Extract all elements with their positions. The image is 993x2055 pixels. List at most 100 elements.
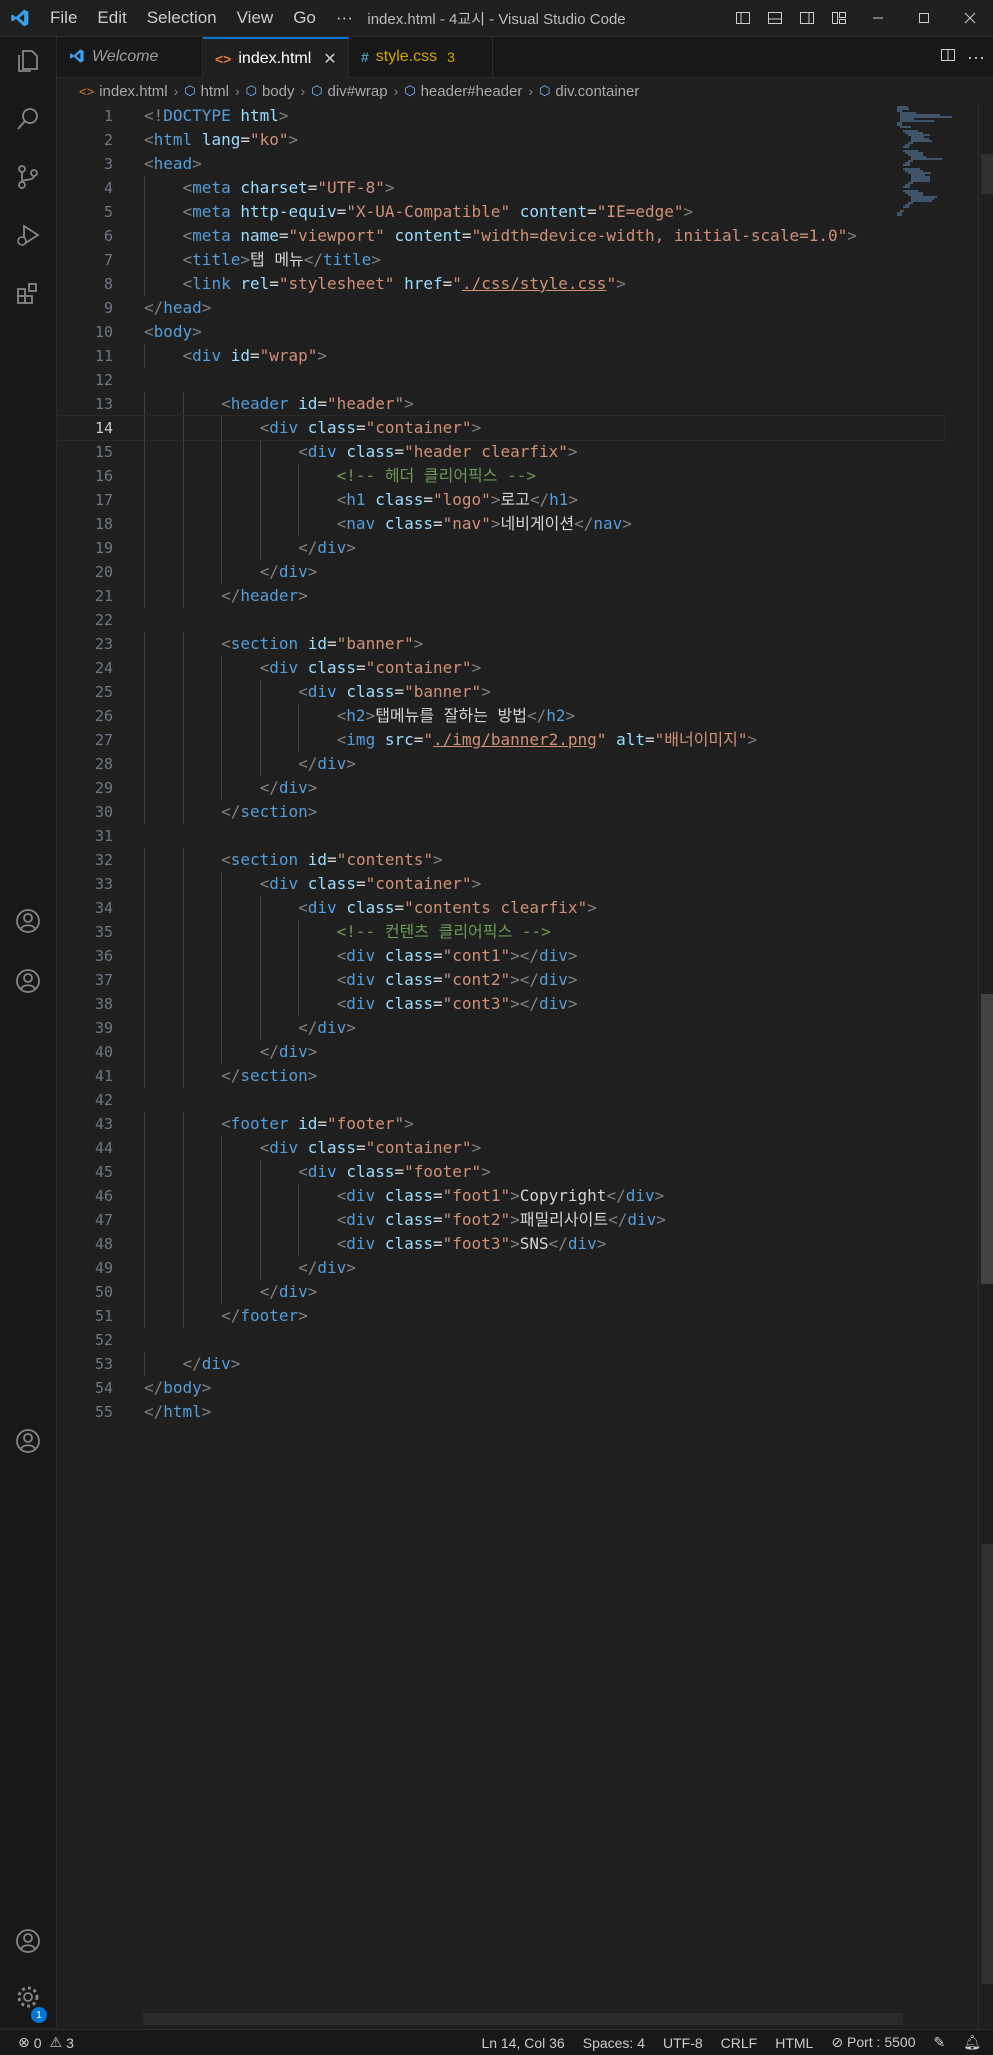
code-line[interactable]: <div class="banner"> <box>144 680 890 704</box>
code-line[interactable]: <div class="header clearfix"> <box>144 440 890 464</box>
code-line[interactable]: </div> <box>144 1352 890 1376</box>
code-line[interactable]: <!-- 컨텐츠 클리어픽스 --> <box>144 920 890 944</box>
menu-more[interactable]: ··· <box>326 0 363 36</box>
breadcrumb-item[interactable]: ⬡ header#header <box>404 83 522 100</box>
code-line[interactable]: <head> <box>144 152 890 176</box>
menu-file[interactable]: File <box>40 0 87 36</box>
code-line[interactable]: </div> <box>144 752 890 776</box>
code-line[interactable] <box>144 1088 890 1112</box>
horizontal-scrollbar[interactable] <box>143 2013 903 2025</box>
customize-layout-icon[interactable] <box>823 0 855 36</box>
code-line[interactable]: <!-- 헤더 클리어픽스 --> <box>144 464 890 488</box>
code-line[interactable]: <meta name="viewport" content="width=dev… <box>144 224 890 248</box>
code-line[interactable]: <header id="header"> <box>144 392 890 416</box>
code-line[interactable]: <section id="contents"> <box>144 848 890 872</box>
code-line[interactable]: <div class="cont2"></div> <box>144 968 890 992</box>
breadcrumb-item[interactable]: ⬡ body <box>246 83 295 100</box>
code-line[interactable] <box>144 608 890 632</box>
split-editor-icon[interactable] <box>939 46 957 69</box>
code-line[interactable]: <div class="foot2">패밀리사이트</div> <box>144 1208 890 1232</box>
code-line[interactable]: <footer id="footer"> <box>144 1112 890 1136</box>
account-icon[interactable] <box>0 957 56 1005</box>
tab-welcome[interactable]: Welcome <box>57 37 203 77</box>
encoding[interactable]: UTF-8 <box>663 2035 703 2051</box>
code-line[interactable]: <!DOCTYPE html> <box>144 104 890 128</box>
tab-style-css[interactable]: # style.css 3 <box>349 37 493 77</box>
code-line[interactable]: <html lang="ko"> <box>144 128 890 152</box>
code-line[interactable]: </html> <box>144 1400 890 1424</box>
tab-index-html[interactable]: <> index.html ✕ <box>203 37 349 78</box>
code-line[interactable]: <div class="contents clearfix"> <box>144 896 890 920</box>
live-server-status[interactable]: ⊘ Port : 5500 <box>831 2034 915 2051</box>
code-line[interactable]: <div id="wrap"> <box>144 344 890 368</box>
code-line[interactable]: </div> <box>144 560 890 584</box>
code-line[interactable]: <div class="cont3"></div> <box>144 992 890 1016</box>
menu-edit[interactable]: Edit <box>87 0 136 36</box>
code-line[interactable]: <div class="container"> <box>144 656 890 680</box>
code-line[interactable]: <div class="container"> <box>144 1136 890 1160</box>
minimize-icon[interactable] <box>855 0 901 36</box>
indentation[interactable]: Spaces: 4 <box>583 2035 645 2051</box>
code-line[interactable]: <nav class="nav">네비게이션</nav> <box>144 512 890 536</box>
menu-view[interactable]: View <box>227 0 284 36</box>
code-line[interactable] <box>144 824 890 848</box>
toggle-primary-sidebar-icon[interactable] <box>727 0 759 36</box>
code-line[interactable]: </div> <box>144 1040 890 1064</box>
code-line[interactable]: <img src="./img/banner2.png" alt="배너이미지"… <box>144 728 890 752</box>
scrollbar-thumb[interactable] <box>981 994 993 1284</box>
breadcrumb-item[interactable]: ⬡ html <box>184 83 229 100</box>
code-editor[interactable]: 1 2 3 4 5 6 7 8 9 10 11 12 13 14 15 16 17 18 19 20 21 22 23 24 2… <box>56 104 945 2029</box>
code-line[interactable] <box>144 1328 890 1352</box>
account-icon[interactable] <box>0 897 56 945</box>
breadcrumb-item[interactable]: ⬡ div.container <box>539 83 639 100</box>
more-actions-icon[interactable]: ··· <box>967 47 985 68</box>
code-line[interactable]: <div class="foot3">SNS</div> <box>144 1232 890 1256</box>
code-line[interactable]: </footer> <box>144 1304 890 1328</box>
maximize-icon[interactable] <box>901 0 947 36</box>
breadcrumb-item[interactable]: <> index.html <box>79 83 168 100</box>
source-control-icon[interactable] <box>0 153 56 201</box>
settings-gear-icon[interactable]: 1 <box>0 1973 56 2023</box>
code-line[interactable]: </div> <box>144 1280 890 1304</box>
notifications-bell-icon[interactable]: 🔔︎ <box>963 2034 981 2051</box>
code-line[interactable]: </div> <box>144 776 890 800</box>
extensions-icon[interactable] <box>0 269 56 317</box>
code-line[interactable]: </header> <box>144 584 890 608</box>
code-line[interactable]: <title>탭 메뉴</title> <box>144 248 890 272</box>
code-line[interactable]: </body> <box>144 1376 890 1400</box>
code-line[interactable]: </head> <box>144 296 890 320</box>
breadcrumb-item[interactable]: ⬡ div#wrap <box>311 83 387 100</box>
close-window-icon[interactable] <box>947 0 993 36</box>
cursor-position[interactable]: Ln 14, Col 36 <box>481 2035 564 2051</box>
code-line[interactable]: </div> <box>144 536 890 560</box>
code-line[interactable]: <link rel="stylesheet" href="./css/style… <box>144 272 890 296</box>
code-line[interactable]: <meta charset="UTF-8"> <box>144 176 890 200</box>
feedback-icon[interactable]: ✎ <box>933 2034 945 2051</box>
code-line[interactable]: <div class="container"> <box>144 872 890 896</box>
toggle-secondary-sidebar-icon[interactable] <box>791 0 823 36</box>
search-icon[interactable] <box>0 95 56 143</box>
code-line[interactable]: <h2>탭메뉴를 잘하는 방법</h2> <box>144 704 890 728</box>
language-mode[interactable]: HTML <box>775 2035 813 2051</box>
code-line[interactable]: <section id="banner"> <box>144 632 890 656</box>
code-line[interactable] <box>144 368 890 392</box>
menu-go[interactable]: Go <box>283 0 326 36</box>
code-line[interactable]: <div class="foot1">Copyright</div> <box>144 1184 890 1208</box>
explorer-icon[interactable] <box>0 37 56 85</box>
menu-selection[interactable]: Selection <box>137 0 227 36</box>
toggle-panel-icon[interactable] <box>759 0 791 36</box>
code-line[interactable]: <meta http-equiv="X-UA-Compatible" conte… <box>144 200 890 224</box>
close-icon[interactable]: ✕ <box>323 49 336 69</box>
code-line[interactable]: </div> <box>144 1256 890 1280</box>
code-area[interactable]: <!DOCTYPE html> <html lang="ko"> <head> <m… <box>56 104 945 1424</box>
code-line[interactable]: </section> <box>144 800 890 824</box>
code-line[interactable]: <div class="cont1"></div> <box>144 944 890 968</box>
problems-status[interactable]: ⊗ 0 ⚠ 3 <box>0 2034 74 2051</box>
code-line[interactable]: <div class="container"> <box>56 415 945 441</box>
code-line[interactable]: </div> <box>144 1016 890 1040</box>
code-line[interactable]: </section> <box>144 1064 890 1088</box>
account-icon[interactable] <box>0 1417 56 1465</box>
minimap[interactable] <box>895 104 977 224</box>
vertical-scrollbar[interactable] <box>978 104 993 2029</box>
run-debug-icon[interactable] <box>0 211 56 259</box>
